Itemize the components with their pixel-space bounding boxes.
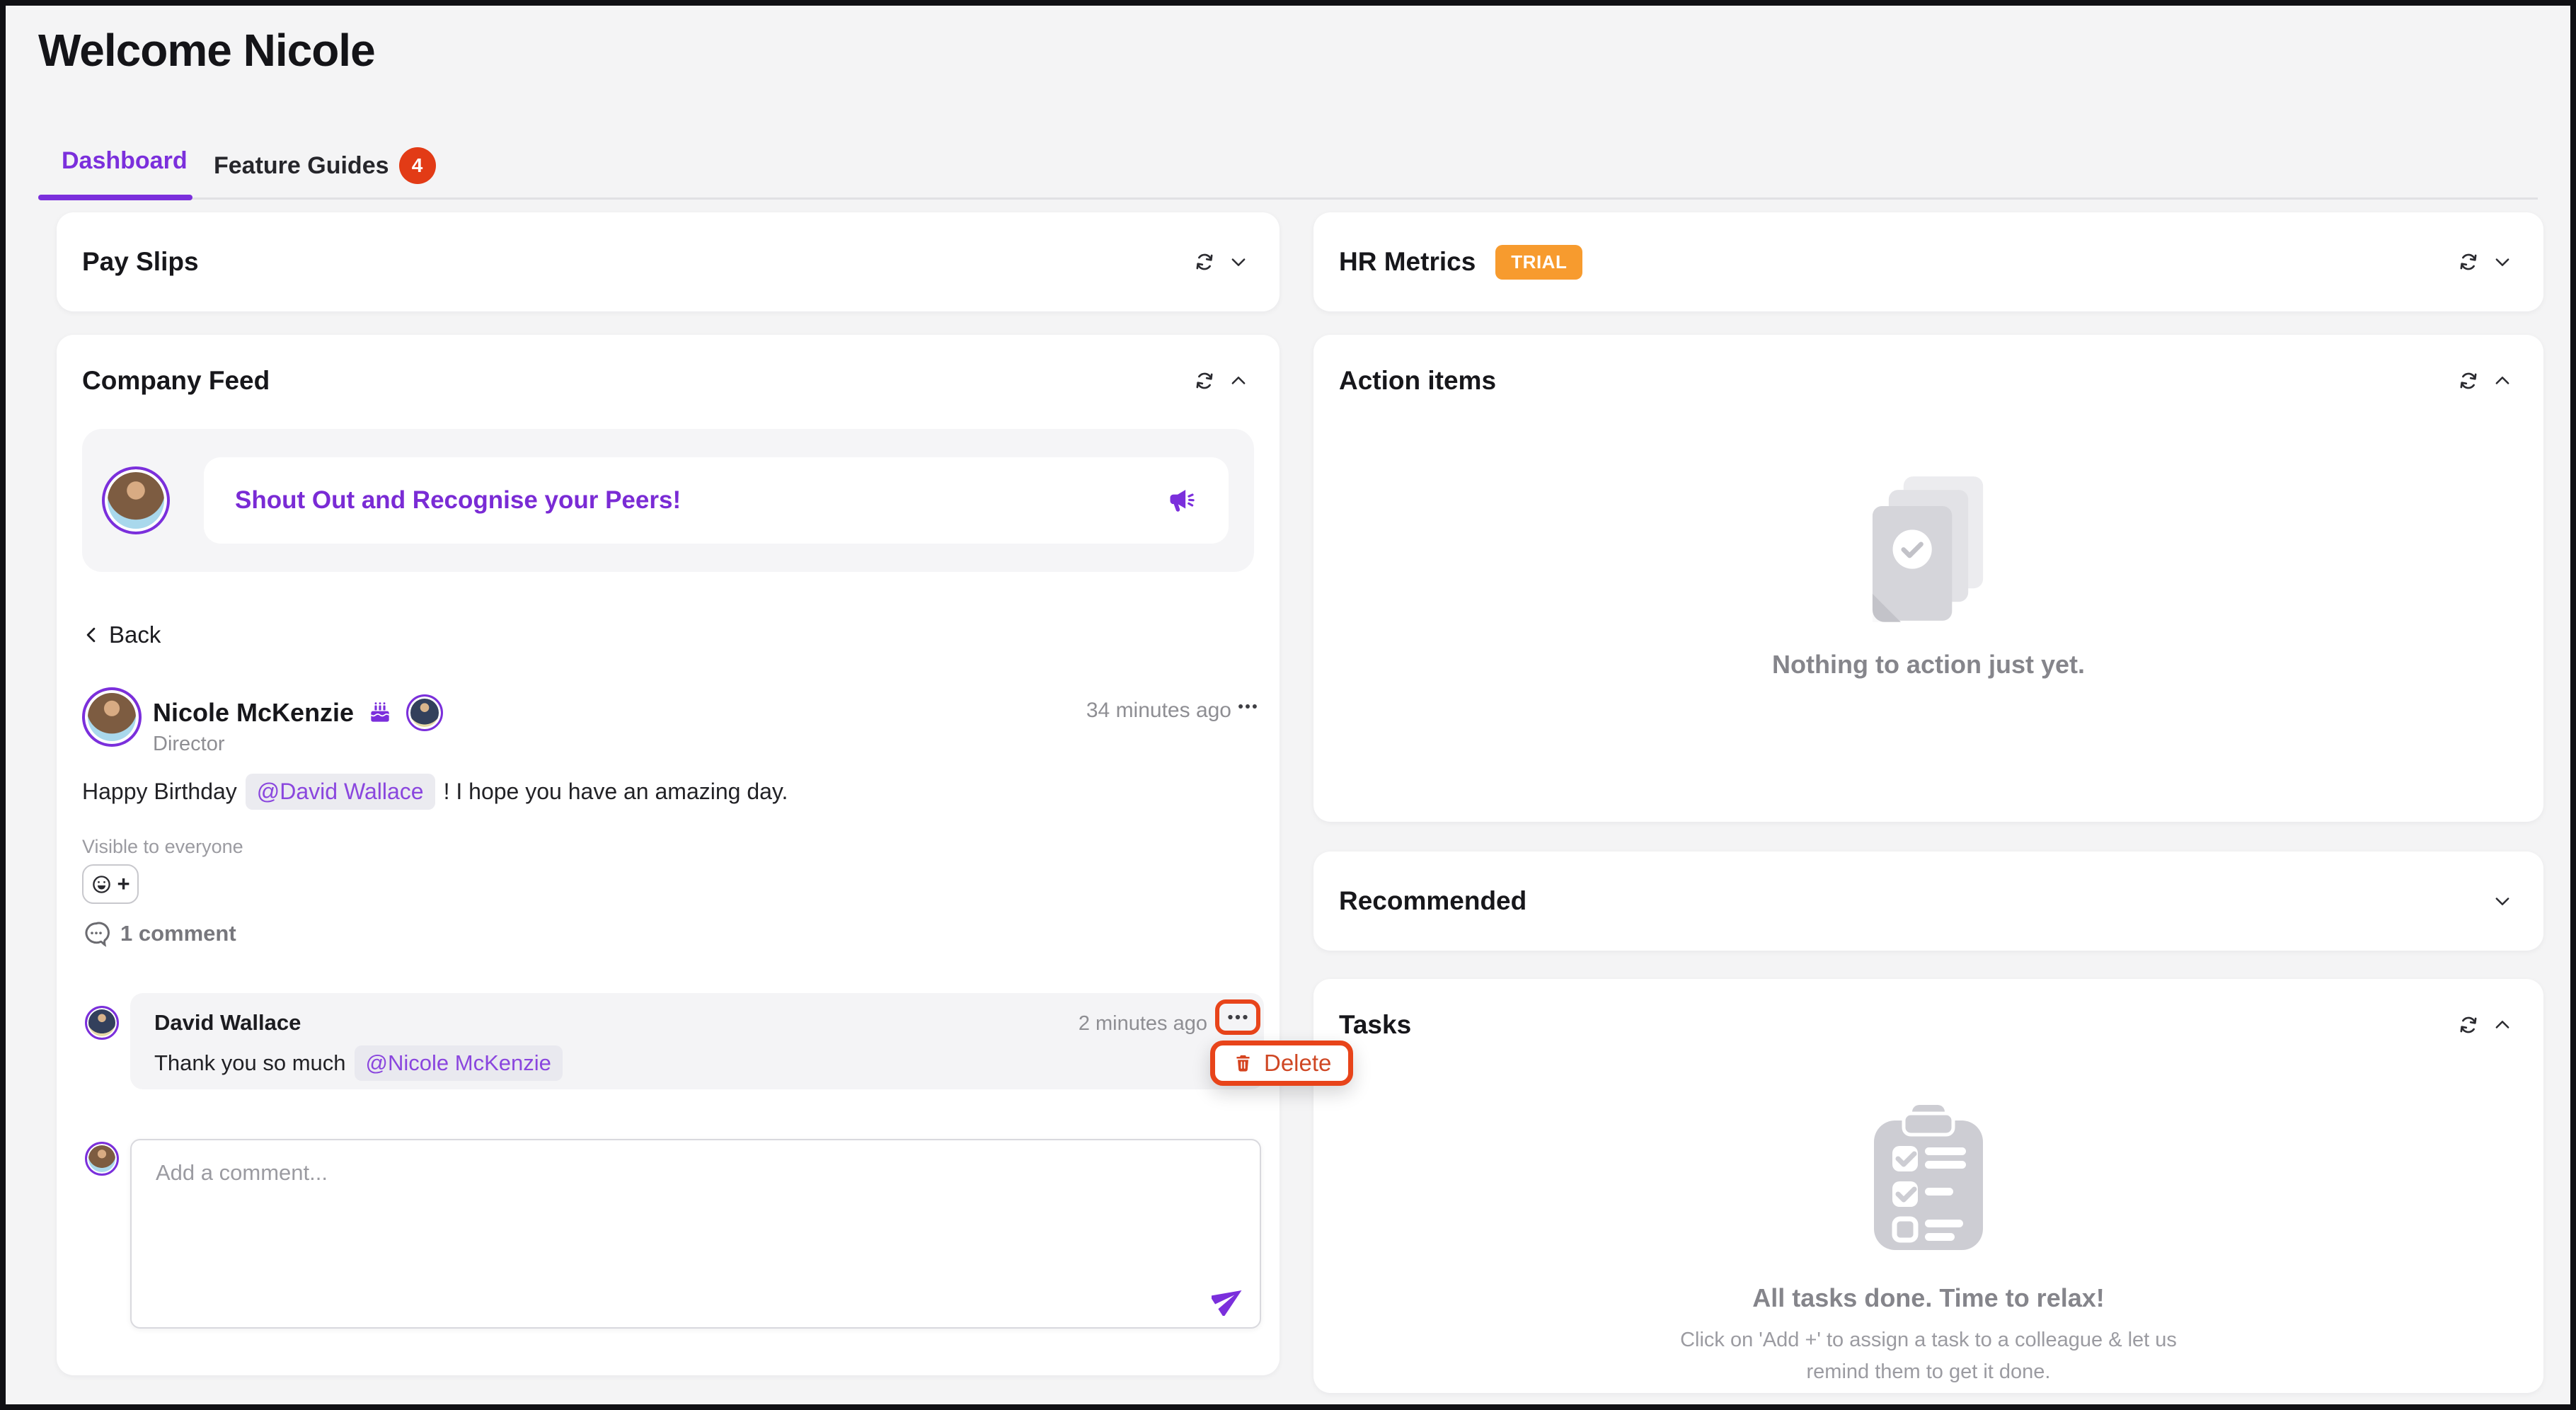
refresh-icon[interactable] — [2457, 251, 2480, 273]
plus-icon: + — [117, 871, 130, 897]
back-label: Back — [109, 621, 161, 648]
post-recipient-avatar[interactable] — [406, 694, 443, 731]
tab-dashboard[interactable]: Dashboard — [62, 147, 188, 175]
recommended-title: Recommended — [1339, 886, 1526, 916]
birthday-cake-icon — [367, 699, 393, 726]
comment-timestamp: 2 minutes ago — [1079, 1012, 1207, 1036]
action-items-title: Action items — [1339, 366, 1496, 396]
comment-count-label: 1 comment — [120, 921, 236, 946]
current-user-avatar — [85, 1142, 119, 1176]
trash-icon — [1232, 1053, 1254, 1074]
dashboard-page: Welcome Nicole Dashboard Feature Guides … — [0, 0, 2576, 1410]
empty-clipboard-icon — [1868, 1105, 1989, 1255]
action-items-empty-text: Nothing to action just yet. — [1772, 650, 2085, 680]
refresh-icon[interactable] — [1193, 369, 1216, 392]
tasks-title: Tasks — [1339, 1010, 1411, 1040]
chevron-down-icon[interactable] — [2492, 891, 2512, 911]
tabs-divider — [38, 197, 2538, 200]
send-comment-icon[interactable] — [1212, 1282, 1246, 1316]
company-feed-title: Company Feed — [82, 366, 270, 396]
delete-label: Delete — [1264, 1050, 1331, 1077]
mention-david-wallace[interactable]: @David Wallace — [246, 774, 435, 810]
mention-nicole-mckenzie[interactable]: @Nicole McKenzie — [355, 1045, 563, 1081]
shout-out-banner[interactable]: Shout Out and Recognise your Peers! — [204, 457, 1229, 544]
comment-options-menu-icon-highlighted[interactable] — [1215, 999, 1260, 1035]
chevron-up-icon[interactable] — [1229, 371, 1248, 391]
megaphone-icon — [1166, 485, 1197, 516]
comment-bubble-icon — [82, 919, 110, 948]
post-author-role: Director — [153, 733, 225, 756]
post-text-before: Happy Birthday — [82, 779, 237, 805]
company-feed-card: Company Feed Shout Out and Recognise you… — [57, 335, 1280, 1375]
active-tab-indicator — [38, 195, 192, 200]
comment-item: David Wallace 2 minutes ago Thank you so… — [130, 993, 1264, 1089]
comment-count-row[interactable]: 1 comment — [82, 919, 236, 948]
avatar[interactable] — [102, 466, 170, 534]
chevron-down-icon[interactable] — [1229, 252, 1248, 272]
tasks-empty-line2: remind them to get it done. — [1680, 1356, 2177, 1388]
post-author-avatar[interactable] — [82, 687, 142, 747]
pay-slips-card: Pay Slips — [57, 212, 1280, 311]
back-button[interactable]: Back — [82, 621, 161, 648]
action-items-card: Action items Nothing to action just yet. — [1313, 335, 2543, 822]
refresh-icon[interactable] — [1193, 251, 1216, 273]
post-visibility: Visible to everyone — [82, 836, 243, 858]
chevron-down-icon[interactable] — [2492, 252, 2512, 272]
add-reaction-button[interactable]: + — [82, 864, 139, 904]
comment-input[interactable] — [132, 1140, 1260, 1327]
tasks-empty-title: All tasks done. Time to relax! — [1752, 1283, 2105, 1313]
tasks-card: Tasks All tasks done. Time to relax! Cli… — [1313, 979, 2543, 1393]
chevron-up-icon[interactable] — [2492, 1015, 2512, 1035]
post-text-after: ! I hope you have an amazing day. — [444, 779, 788, 805]
page-title: Welcome Nicole — [38, 24, 375, 76]
trial-badge: TRIAL — [1495, 245, 1582, 280]
tasks-empty-line1: Click on 'Add +' to assign a task to a c… — [1680, 1324, 2177, 1356]
comment-author-name[interactable]: David Wallace — [154, 1010, 301, 1036]
refresh-icon[interactable] — [2457, 369, 2480, 392]
smiley-icon — [91, 873, 113, 895]
shout-out-label: Shout Out and Recognise your Peers! — [235, 486, 681, 515]
recommended-card: Recommended — [1313, 852, 2543, 951]
feature-guides-count-badge: 4 — [399, 147, 436, 184]
delete-menu-item[interactable]: Delete — [1210, 1041, 1353, 1086]
post-author-name[interactable]: Nicole McKenzie — [153, 698, 354, 728]
comment-input-container — [130, 1139, 1261, 1329]
tab-feature-guides[interactable]: Feature Guides 4 — [214, 147, 436, 184]
tab-feature-guides-label: Feature Guides — [214, 152, 389, 180]
empty-documents-icon — [1858, 469, 1999, 631]
post-options-menu-icon[interactable] — [1230, 689, 1265, 724]
comment-author-avatar[interactable] — [85, 1006, 119, 1040]
hr-metrics-title: HR Metrics — [1339, 247, 1476, 277]
post-timestamp: 34 minutes ago — [1086, 699, 1231, 723]
refresh-icon[interactable] — [2457, 1014, 2480, 1036]
pay-slips-title: Pay Slips — [82, 247, 199, 277]
shout-out-panel: Shout Out and Recognise your Peers! — [82, 429, 1254, 572]
hr-metrics-card: HR Metrics TRIAL — [1313, 212, 2543, 311]
comment-text: Thank you so much — [154, 1050, 346, 1076]
back-chevron-icon — [82, 625, 102, 645]
chevron-up-icon[interactable] — [2492, 371, 2512, 391]
